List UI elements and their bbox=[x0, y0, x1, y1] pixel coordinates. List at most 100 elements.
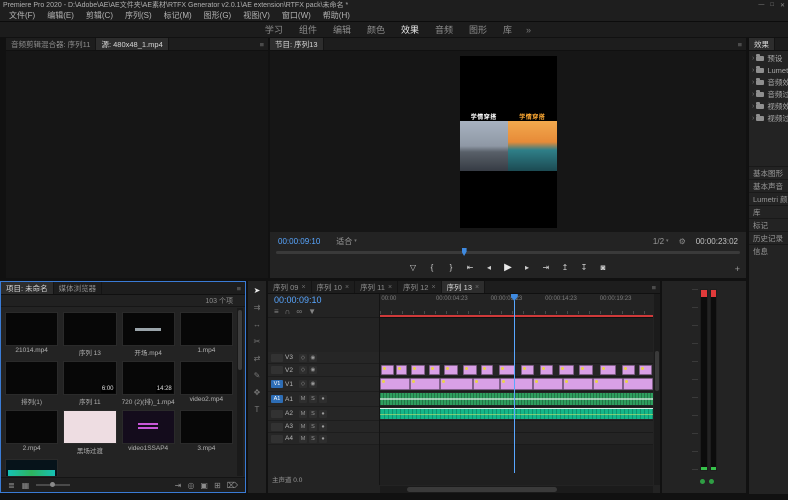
settings-icon[interactable]: ⚙ bbox=[679, 237, 686, 246]
timeline-vertical-scrollbar[interactable] bbox=[654, 294, 660, 485]
mute-icon[interactable]: M bbox=[299, 395, 307, 403]
project-item-thumbnail[interactable] bbox=[180, 312, 233, 346]
project-panel-tab[interactable]: 媒体浏览器 bbox=[54, 282, 103, 294]
timeline-clip[interactable] bbox=[473, 378, 500, 390]
collapsed-panel-tab[interactable]: 基本声音 bbox=[749, 179, 788, 192]
track-select-tool[interactable]: ⇉ bbox=[250, 301, 264, 314]
timeline-clip[interactable] bbox=[500, 378, 533, 390]
voiceover-record-icon[interactable]: ● bbox=[319, 395, 327, 403]
workspace-tab[interactable]: 库 bbox=[495, 23, 520, 36]
close-icon[interactable]: × bbox=[301, 284, 305, 291]
project-item[interactable]: 1.mp4 bbox=[180, 312, 233, 357]
timeline-clip[interactable] bbox=[380, 408, 653, 419]
effects-tree-item[interactable]: ›音频效果 bbox=[749, 76, 788, 88]
project-item[interactable]: bgm.mp3 bbox=[5, 459, 58, 476]
add-marker-button[interactable]: ▽ bbox=[407, 263, 419, 272]
step-back-button[interactable]: ◂ bbox=[483, 263, 495, 272]
project-item[interactable]: 21014.mp4 bbox=[5, 312, 58, 357]
source-patch-A2[interactable] bbox=[271, 410, 283, 418]
timeline-clip[interactable] bbox=[380, 378, 410, 390]
timeline-clip-area[interactable] bbox=[380, 318, 653, 473]
mute-icon[interactable]: M bbox=[299, 423, 307, 431]
workspace-overflow-icon[interactable]: » bbox=[520, 25, 531, 35]
resolution-select[interactable]: 1/2▾ bbox=[653, 237, 669, 246]
panel-menu-icon[interactable]: ≡ bbox=[734, 38, 746, 50]
timeline-clip[interactable] bbox=[622, 365, 636, 375]
effects-tree-item[interactable]: ›预设 bbox=[749, 52, 788, 64]
timeline-clip[interactable] bbox=[579, 365, 593, 375]
track-lane-V1[interactable] bbox=[380, 377, 653, 392]
button-editor-plus[interactable]: + bbox=[735, 264, 740, 274]
program-tab[interactable]: 节目: 序列13 bbox=[270, 38, 324, 50]
scrubber-playhead[interactable] bbox=[462, 248, 467, 256]
project-item-thumbnail[interactable] bbox=[180, 361, 233, 395]
voiceover-record-icon[interactable]: ● bbox=[319, 423, 327, 431]
sequence-tab[interactable]: 序列 12× bbox=[398, 281, 442, 293]
project-item-thumbnail[interactable] bbox=[5, 312, 58, 346]
program-scrubber[interactable] bbox=[276, 248, 740, 256]
project-item[interactable]: 黑场过渡 bbox=[63, 410, 116, 455]
timeline-clip[interactable] bbox=[410, 378, 440, 390]
project-scrollbar-thumb[interactable] bbox=[238, 310, 242, 370]
go-to-out-button[interactable]: ⇥ bbox=[540, 263, 552, 272]
menu-item[interactable]: 文件(F) bbox=[3, 10, 41, 21]
source-patch-V1[interactable]: V1 bbox=[271, 380, 283, 388]
timeline-horizontal-scrollbar[interactable] bbox=[380, 486, 653, 493]
find-icon[interactable]: ◎ bbox=[187, 481, 194, 490]
timeline-clip[interactable] bbox=[559, 365, 574, 375]
sequence-tab[interactable]: 序列 10× bbox=[312, 281, 356, 293]
ripple-edit-tool[interactable]: ↔ bbox=[250, 318, 264, 331]
sequence-tab[interactable]: 序列 13× bbox=[442, 281, 486, 293]
workspace-tab[interactable]: 学习 bbox=[257, 23, 291, 36]
timeline-clip[interactable] bbox=[440, 378, 473, 390]
voiceover-record-icon[interactable]: ● bbox=[319, 435, 327, 443]
workspace-tab[interactable]: 音频 bbox=[427, 23, 461, 36]
menu-item[interactable]: 窗口(W) bbox=[276, 10, 317, 21]
razor-tool[interactable]: ✂ bbox=[250, 335, 264, 348]
close-icon[interactable]: × bbox=[345, 284, 349, 291]
project-item-thumbnail[interactable] bbox=[180, 410, 233, 444]
maximize-button[interactable]: □ bbox=[770, 2, 774, 9]
project-item[interactable]: video2.mp4 bbox=[180, 361, 233, 406]
sequence-tab[interactable]: 序列 11× bbox=[355, 281, 398, 293]
lift-button[interactable]: ↥ bbox=[559, 263, 571, 272]
project-item-thumbnail[interactable]: 6:00 bbox=[63, 361, 116, 395]
track-lane-A1[interactable] bbox=[380, 392, 653, 407]
timeline-clip[interactable] bbox=[600, 365, 616, 375]
timeline-clip[interactable] bbox=[429, 365, 440, 375]
menu-item[interactable]: 标记(M) bbox=[158, 10, 198, 21]
workspace-tab[interactable]: 颜色 bbox=[359, 23, 393, 36]
timeline-hscroll-thumb[interactable] bbox=[407, 487, 557, 492]
source-patch-A4[interactable] bbox=[271, 435, 283, 443]
project-scrollbar[interactable] bbox=[237, 308, 243, 476]
project-item[interactable]: 3.mp4 bbox=[180, 410, 233, 455]
panel-menu-icon[interactable]: ≡ bbox=[233, 282, 245, 294]
program-timecode[interactable]: 00:00:09:10 bbox=[278, 237, 320, 246]
project-item-thumbnail[interactable] bbox=[122, 312, 175, 346]
source-patch-V3[interactable] bbox=[271, 354, 283, 362]
menu-item[interactable]: 编辑(E) bbox=[41, 10, 80, 21]
track-lane-A2[interactable] bbox=[380, 407, 653, 421]
solo-icon[interactable]: S bbox=[309, 423, 317, 431]
timeline-settings-icon[interactable]: ≡ bbox=[274, 307, 279, 316]
collapsed-panel-tab[interactable]: 信息 bbox=[749, 244, 788, 257]
close-icon[interactable]: × bbox=[475, 284, 479, 291]
project-item-thumbnail[interactable] bbox=[63, 312, 116, 346]
mute-icon[interactable]: M bbox=[299, 410, 307, 418]
solo-icon[interactable]: S bbox=[309, 395, 317, 403]
toggle-track-output-eye-icon[interactable]: ◉ bbox=[309, 366, 317, 374]
new-item-icon[interactable]: ⊞ bbox=[214, 481, 221, 490]
panel-menu-icon[interactable]: ≡ bbox=[256, 38, 268, 50]
project-item-thumbnail[interactable]: 14:28 bbox=[122, 361, 175, 395]
project-item-thumbnail[interactable] bbox=[5, 410, 58, 444]
workspace-tab[interactable]: 图形 bbox=[461, 23, 495, 36]
project-panel-tab[interactable]: 项目: 未命名 bbox=[1, 282, 54, 294]
export-frame-button[interactable]: ◙ bbox=[597, 263, 609, 272]
linked-selection-icon[interactable]: ∞ bbox=[296, 307, 302, 316]
zoom-slider[interactable] bbox=[36, 484, 70, 486]
timeline-clip[interactable] bbox=[381, 365, 393, 375]
menu-item[interactable]: 帮助(H) bbox=[317, 10, 356, 21]
automate-to-sequence-icon[interactable]: ⇥ bbox=[175, 481, 182, 490]
effects-tree-item[interactable]: ›音频过渡 bbox=[749, 88, 788, 100]
timeline-clip[interactable] bbox=[463, 365, 477, 375]
